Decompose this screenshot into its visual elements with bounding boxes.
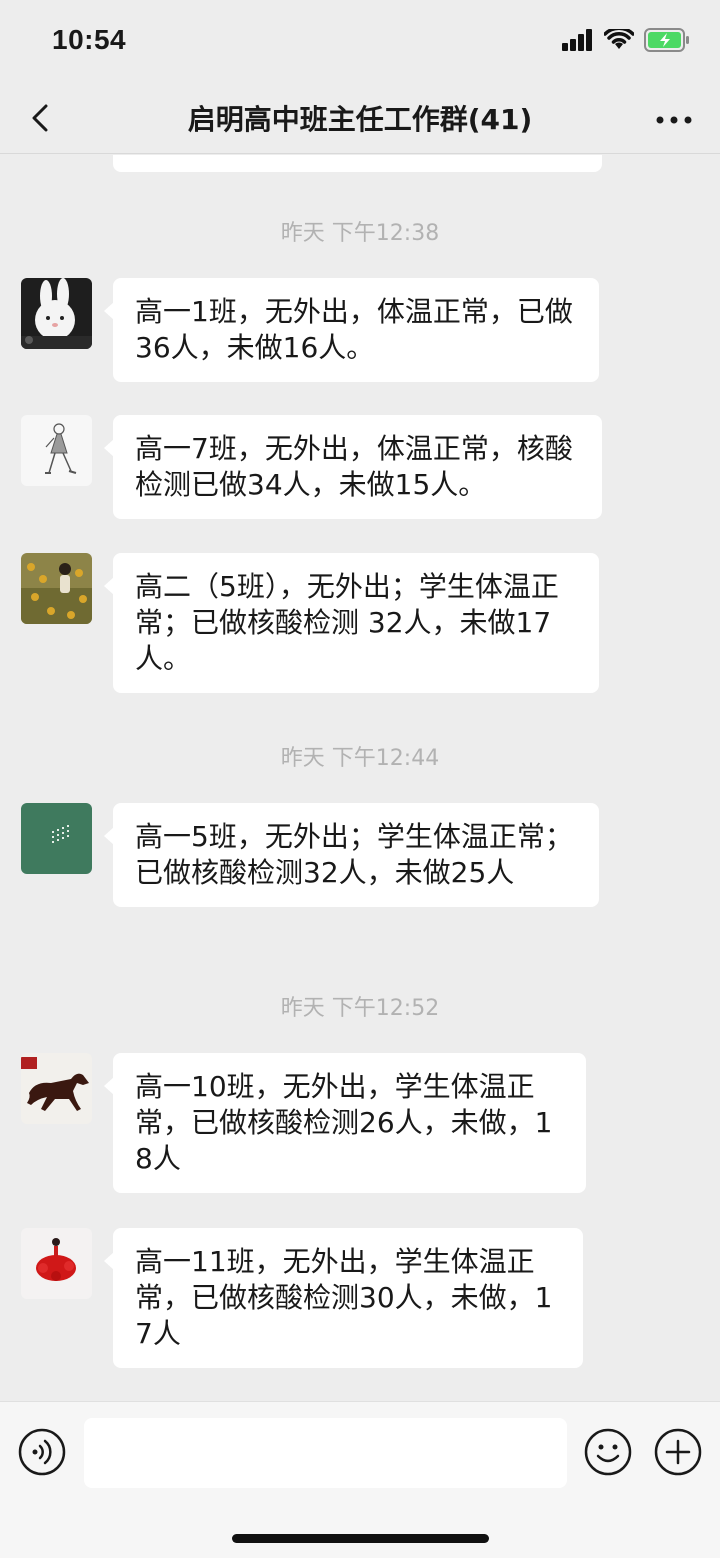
- status-bar: 10:54: [0, 0, 720, 86]
- timestamp: 昨天 下午12:44: [280, 746, 440, 771]
- more-dots-icon: [656, 116, 692, 124]
- smiley-icon: [584, 1428, 632, 1476]
- timestamp: 昨天 下午12:38: [280, 221, 440, 246]
- message-bubble[interactable]: 高二（5班），无外出；学生体温正常；已做核酸检测 32人，未做17人。: [104, 553, 599, 693]
- flower-field-avatar[interactable]: [21, 553, 92, 624]
- message-bubble[interactable]: 高一11班，无外出，学生体温正常，已做核酸检测30人，未做，17人: [104, 1228, 583, 1368]
- emoji-button[interactable]: [584, 1428, 632, 1476]
- message-input[interactable]: [84, 1418, 567, 1488]
- more-button[interactable]: [654, 100, 694, 140]
- status-icons: [562, 28, 690, 52]
- message-bubble[interactable]: 高一7班，无外出，体温正常，核酸检测已做34人，未做15人。: [104, 415, 602, 519]
- voice-icon: [18, 1428, 66, 1476]
- chat-area[interactable]: 昨天 下午12:38 高一1班，无外出，体温正常，已做36人，未做16人。 高一…: [0, 155, 720, 1400]
- status-time: 10:54: [52, 24, 127, 55]
- plus-icon: [654, 1428, 702, 1476]
- chat-title: 启明高中班主任工作群(41): [187, 103, 533, 136]
- more-functions-button[interactable]: [654, 1428, 702, 1476]
- message-bubble[interactable]: 高一10班，无外出，学生体温正常，已做核酸检测26人，未做，18人: [104, 1053, 586, 1193]
- wifi-icon: [604, 29, 634, 49]
- battery-icon: [644, 28, 689, 52]
- message-bubble[interactable]: 高一5班，无外出；学生体温正常；已做核酸检测32人，未做25人: [104, 803, 599, 907]
- signal-icon: [562, 29, 592, 51]
- horse-avatar[interactable]: [21, 1053, 92, 1124]
- voice-button[interactable]: [18, 1428, 66, 1476]
- input-bar: [0, 1401, 720, 1558]
- nav-bar: 启明高中班主任工作群(41): [0, 86, 720, 154]
- green-poem-avatar[interactable]: [21, 803, 92, 874]
- sketch-girl-avatar[interactable]: [21, 415, 92, 486]
- home-indicator[interactable]: [232, 1534, 489, 1543]
- partial-message-bubble[interactable]: [113, 155, 602, 172]
- rabbit-avatar[interactable]: [21, 278, 92, 349]
- red-dress-avatar[interactable]: [21, 1228, 92, 1299]
- timestamp: 昨天 下午12:52: [280, 996, 440, 1021]
- message-bubble[interactable]: 高一1班，无外出，体温正常，已做36人，未做16人。: [104, 278, 599, 382]
